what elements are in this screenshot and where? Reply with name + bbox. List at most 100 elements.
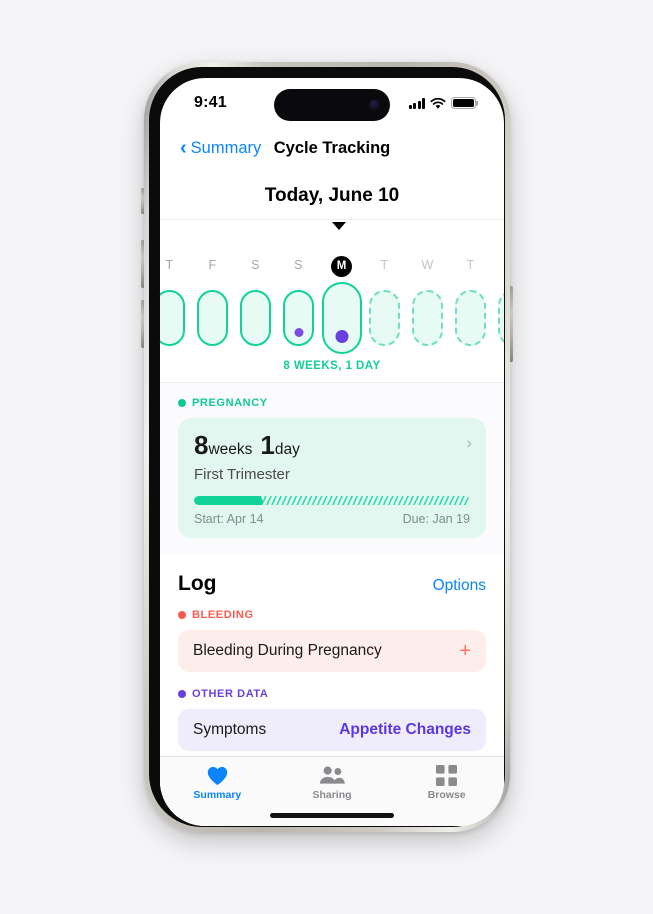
tab-summary[interactable]: Summary xyxy=(160,764,275,801)
pregnancy-tag-label: PREGNANCY xyxy=(192,397,268,409)
screenshot-root: 9:41 ‹ Summary Cycle Tracking Today, Jun… xyxy=(0,0,653,914)
day-capsule-cell[interactable] xyxy=(363,280,406,356)
other-data-dot-icon xyxy=(178,690,186,698)
scroll-content[interactable]: Today, June 10 T F S S M T W T F 8 WEEKS, 1 DAY xyxy=(160,168,504,826)
plus-icon[interactable]: + xyxy=(459,641,471,661)
today-date-header: Today, June 10 xyxy=(264,185,400,206)
pregnancy-section-tag: PREGNANCY xyxy=(178,397,486,409)
gestational-age-label: 8 WEEKS, 1 DAY xyxy=(283,360,381,372)
day-capsule-cell[interactable] xyxy=(191,280,234,356)
day-capsule[interactable] xyxy=(369,290,400,346)
today-marker-row xyxy=(160,220,504,252)
log-options-button[interactable]: Options xyxy=(433,577,486,595)
day-letter: T xyxy=(380,258,389,272)
day-capsule-cell[interactable] xyxy=(160,280,191,356)
pregnancy-trimester: First Trimester xyxy=(194,466,290,483)
day-letter-col: S xyxy=(277,256,320,274)
back-button-summary[interactable]: ‹ Summary xyxy=(180,136,262,159)
day-letter: S xyxy=(251,258,260,272)
heart-icon xyxy=(206,764,229,786)
bleeding-dot-icon xyxy=(178,611,186,619)
front-camera-icon xyxy=(369,99,380,111)
day-letter-col: S xyxy=(234,256,277,274)
day-capsule-cell[interactable] xyxy=(449,280,492,356)
day-letter: W xyxy=(421,258,434,272)
day-letter-col: F xyxy=(191,256,234,274)
pregnancy-duration: 8weeks 1day xyxy=(194,432,470,458)
log-title: Log xyxy=(178,572,217,595)
tab-label: Sharing xyxy=(312,789,352,801)
dynamic-island xyxy=(274,89,390,121)
pregnancy-progress-bar xyxy=(194,496,470,505)
day-letter-col: W xyxy=(406,256,449,274)
day-capsule[interactable] xyxy=(240,290,271,346)
day-capsules-row[interactable] xyxy=(160,280,504,356)
chevron-right-icon: › xyxy=(466,433,472,452)
today-day-badge: M xyxy=(331,255,352,277)
symptoms-row-value: Appetite Changes xyxy=(339,721,471,738)
day-letter-col: M xyxy=(320,255,363,277)
day-capsule-cell[interactable] xyxy=(277,280,320,356)
pregnancy-weeks-value: 8 xyxy=(194,430,209,460)
day-capsule[interactable] xyxy=(160,290,185,346)
symptoms-row[interactable]: Symptoms Appetite Changes xyxy=(178,709,486,751)
bleeding-tag-label: BLEEDING xyxy=(192,609,254,621)
status-bar: 9:41 xyxy=(160,78,504,128)
day-capsule-cell[interactable] xyxy=(234,280,277,356)
day-letters-row: TFSSMTWTF xyxy=(160,252,504,277)
tab-sharing[interactable]: Sharing xyxy=(275,764,390,801)
pregnancy-dot-icon xyxy=(178,399,186,407)
other-data-dot-icon xyxy=(294,328,303,337)
chevron-left-icon: ‹ xyxy=(180,136,187,159)
other-data-dot-icon xyxy=(335,330,348,343)
battery-icon xyxy=(451,97,476,109)
day-letter-col: T xyxy=(449,256,492,274)
day-capsule[interactable] xyxy=(498,290,504,346)
pregnancy-start-label: Start: Apr 14 xyxy=(194,512,264,526)
pregnancy-progress-knob xyxy=(251,496,263,505)
other-data-tag-label: OTHER DATA xyxy=(192,688,269,700)
day-letter: T xyxy=(165,258,174,272)
day-capsule[interactable] xyxy=(412,290,443,346)
bleeding-section-tag: BLEEDING xyxy=(178,609,486,621)
day-letter-col: T xyxy=(363,256,406,274)
wifi-icon xyxy=(430,97,446,109)
signal-bars-icon xyxy=(408,98,425,109)
phone-screen: 9:41 ‹ Summary Cycle Tracking Today, Jun… xyxy=(160,78,504,826)
phone-bezel: 9:41 ‹ Summary Cycle Tracking Today, Jun… xyxy=(149,67,505,827)
log-header: Log Options xyxy=(178,572,486,596)
pregnancy-progress-fill xyxy=(194,496,258,505)
cycle-calendar-strip[interactable]: T F S S M T W T F 8 WEEKS, 1 DAY xyxy=(160,219,504,383)
status-time: 9:41 xyxy=(194,94,227,111)
today-pointer-icon xyxy=(332,222,346,230)
pregnancy-days-value: 1 xyxy=(260,430,275,460)
day-capsule-cell[interactable] xyxy=(406,280,449,356)
symptoms-row-label: Symptoms xyxy=(193,721,267,738)
day-capsule[interactable] xyxy=(283,290,314,346)
other-data-section-tag: OTHER DATA xyxy=(178,688,486,700)
bleeding-row-label: Bleeding During Pregnancy xyxy=(193,642,382,659)
tab-label: Browse xyxy=(427,789,466,801)
back-button-label: Summary xyxy=(190,138,262,157)
day-capsule-cell[interactable] xyxy=(492,280,504,356)
grid-icon xyxy=(436,764,458,786)
pregnancy-section: PREGNANCY › 8weeks 1day First Trimester xyxy=(160,383,504,554)
bleeding-during-pregnancy-row[interactable]: Bleeding During Pregnancy + xyxy=(178,630,486,672)
day-letter-col: F xyxy=(492,256,504,274)
pregnancy-card[interactable]: › 8weeks 1day First Trimester Start: Apr … xyxy=(178,418,486,538)
day-capsule[interactable] xyxy=(455,290,486,346)
day-letter: F xyxy=(208,258,217,272)
status-icons xyxy=(408,95,476,109)
pregnancy-days-unit: day xyxy=(274,441,300,458)
day-letter: T xyxy=(466,258,475,272)
tab-browse[interactable]: Browse xyxy=(389,764,504,801)
day-letter-col: T xyxy=(160,256,191,274)
home-indicator[interactable] xyxy=(270,813,394,818)
pregnancy-dates: Start: Apr 14 Due: Jan 19 xyxy=(194,512,470,526)
day-capsule-cell[interactable] xyxy=(320,280,363,356)
day-capsule-today[interactable] xyxy=(321,282,362,354)
people-icon xyxy=(319,764,346,786)
phone-frame: 9:41 ‹ Summary Cycle Tracking Today, Jun… xyxy=(144,62,510,832)
day-capsule[interactable] xyxy=(197,290,228,346)
day-letter: S xyxy=(294,258,303,272)
